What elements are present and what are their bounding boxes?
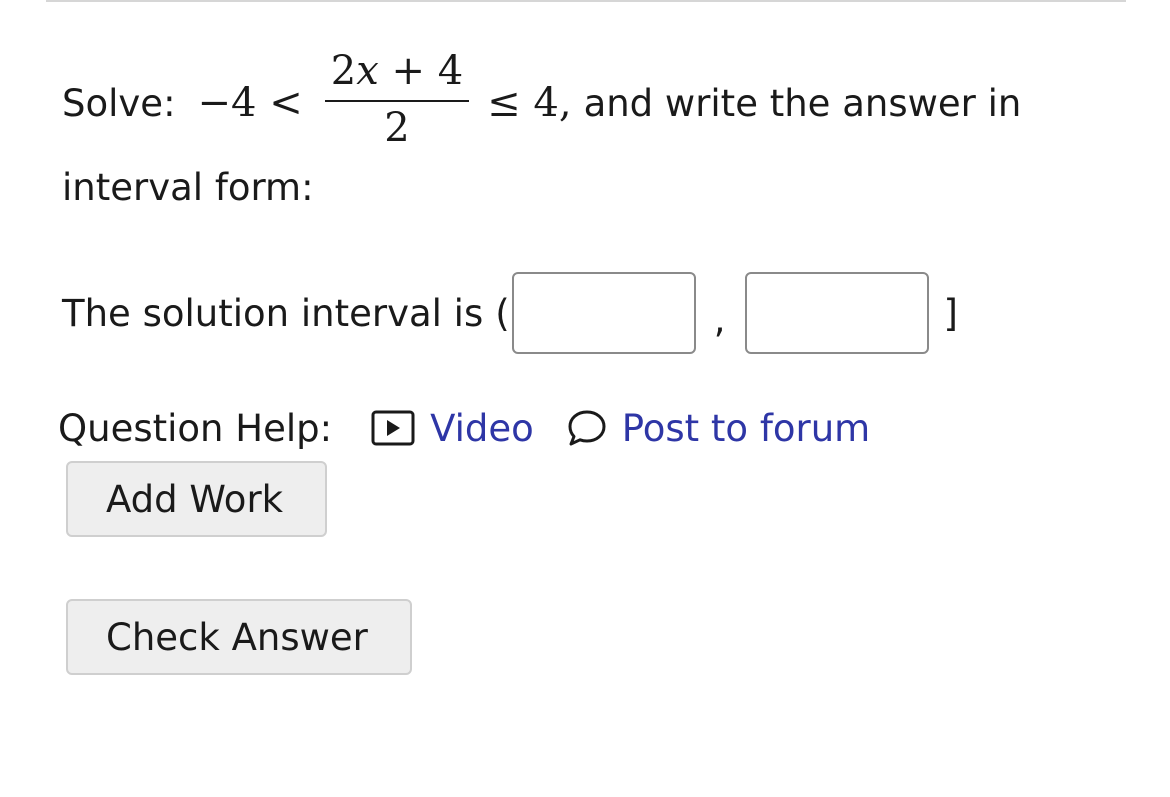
post-to-forum-label: Post to forum: [621, 406, 871, 450]
inequality-rhs: ≤ 4,: [487, 80, 572, 126]
upper-bound-input[interactable]: [745, 272, 930, 354]
numerator-coefficient: 2: [330, 48, 357, 94]
question-line-2: interval form:: [62, 166, 314, 209]
question-help: Question Help: Video Post to forum: [58, 400, 870, 456]
question-help-label: Question Help:: [58, 406, 333, 450]
interval-comma: ,: [713, 297, 726, 341]
numerator-rest: + 4: [378, 48, 464, 94]
fraction: 2x + 4 2: [324, 48, 470, 151]
solution-label: The solution interval is: [62, 291, 484, 335]
video-link-label: Video: [430, 406, 534, 450]
add-work-button[interactable]: Add Work: [66, 461, 327, 537]
question-line-1: Solve: −4 < 2x + 4 2 ≤ 4, and write the …: [62, 48, 1122, 158]
post-to-forum-link[interactable]: Post to forum: [566, 407, 870, 450]
video-link[interactable]: Video: [370, 407, 534, 450]
question-suffix: and write the answer in: [583, 81, 1022, 125]
fraction-denominator: 2: [384, 105, 410, 151]
question-text: Solve: −4 < 2x + 4 2 ≤ 4, and write the …: [62, 48, 1122, 216]
open-bracket: (: [495, 291, 510, 335]
close-bracket: ]: [943, 291, 958, 335]
video-play-icon: [370, 409, 416, 447]
lower-bound-input[interactable]: [511, 272, 696, 354]
solution-row: The solution interval is ( , ]: [62, 268, 958, 358]
fraction-numerator: 2x + 4: [324, 48, 470, 102]
speech-bubble-icon: [566, 408, 608, 448]
inequality-lhs: −4 <: [197, 80, 303, 126]
check-answer-button[interactable]: Check Answer: [66, 599, 412, 675]
question-prefix: Solve:: [62, 81, 176, 125]
top-divider: [46, 0, 1126, 2]
numerator-variable: x: [356, 48, 379, 94]
